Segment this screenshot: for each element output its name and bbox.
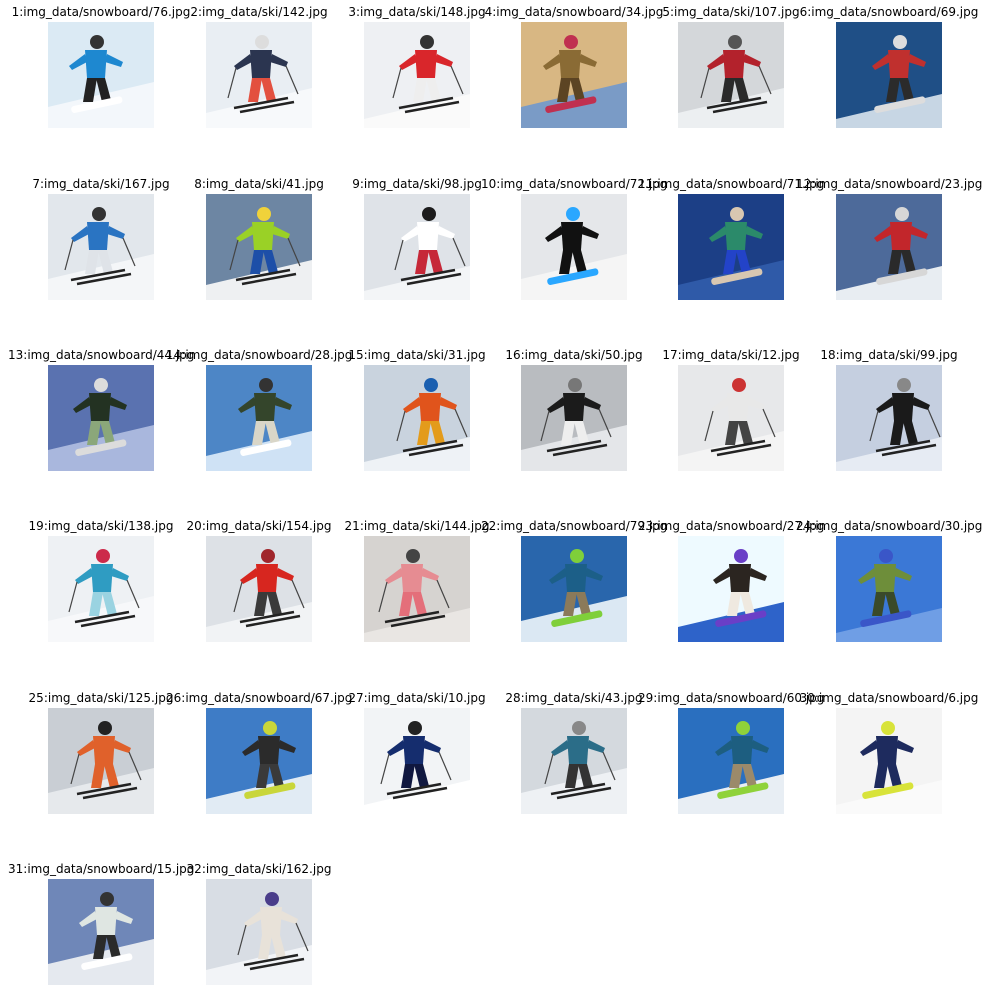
snowboard-photo — [836, 22, 942, 128]
photo-canvas — [48, 194, 154, 300]
ski-photo — [836, 365, 942, 471]
photo-canvas — [364, 708, 470, 814]
ski-photo — [206, 536, 312, 642]
photo-canvas — [206, 194, 312, 300]
ski-photo — [48, 708, 154, 814]
image-caption: 30:img_data/snowboard/6.jpg — [799, 691, 979, 705]
photo-canvas — [206, 365, 312, 471]
photo-canvas — [364, 365, 470, 471]
snowboard-photo — [206, 365, 312, 471]
photo-canvas — [521, 22, 627, 128]
photo-canvas — [836, 365, 942, 471]
ski-photo — [364, 22, 470, 128]
snowboard-photo — [48, 22, 154, 128]
snowboard-photo — [836, 708, 942, 814]
ski-photo — [364, 708, 470, 814]
snowboard-photo — [48, 365, 154, 471]
photo-canvas — [521, 536, 627, 642]
image-caption: 24:img_data/snowboard/30.jpg — [796, 519, 983, 533]
photo-canvas — [206, 22, 312, 128]
snowboard-photo — [678, 194, 784, 300]
photo-canvas — [206, 708, 312, 814]
photo-canvas — [48, 536, 154, 642]
image-caption: 32:img_data/ski/162.jpg — [186, 862, 332, 876]
photo-canvas — [206, 879, 312, 985]
photo-canvas — [48, 365, 154, 471]
photo-canvas — [836, 708, 942, 814]
ski-photo — [206, 194, 312, 300]
ski-photo — [521, 708, 627, 814]
photo-canvas — [836, 194, 942, 300]
ski-photo — [48, 536, 154, 642]
image-caption: 6:img_data/snowboard/69.jpg — [799, 5, 979, 19]
snowboard-photo — [836, 194, 942, 300]
image-caption: 12:img_data/snowboard/23.jpg — [796, 177, 983, 191]
photo-canvas — [678, 365, 784, 471]
photo-canvas — [364, 536, 470, 642]
ski-photo — [48, 194, 154, 300]
image-caption: 18:img_data/ski/99.jpg — [820, 348, 958, 362]
image-grid: 1:img_data/snowboard/76.jpg 2:img_data/sk… — [0, 0, 989, 1008]
photo-canvas — [678, 194, 784, 300]
photo-canvas — [836, 22, 942, 128]
snowboard-photo — [521, 536, 627, 642]
photo-canvas — [836, 536, 942, 642]
snowboard-photo — [521, 22, 627, 128]
photo-canvas — [521, 708, 627, 814]
photo-canvas — [364, 194, 470, 300]
ski-photo — [521, 365, 627, 471]
photo-canvas — [678, 22, 784, 128]
ski-photo — [364, 365, 470, 471]
photo-canvas — [206, 536, 312, 642]
photo-canvas — [678, 708, 784, 814]
photo-canvas — [521, 194, 627, 300]
ski-photo — [678, 365, 784, 471]
photo-canvas — [364, 22, 470, 128]
ski-photo — [364, 536, 470, 642]
photo-canvas — [48, 708, 154, 814]
snowboard-photo — [836, 536, 942, 642]
ski-photo — [206, 879, 312, 985]
photo-canvas — [678, 536, 784, 642]
ski-photo — [364, 194, 470, 300]
snowboard-photo — [521, 194, 627, 300]
snowboard-photo — [678, 536, 784, 642]
snowboard-photo — [206, 708, 312, 814]
snowboard-photo — [48, 879, 154, 985]
photo-canvas — [48, 22, 154, 128]
ski-photo — [678, 22, 784, 128]
snowboard-photo — [678, 708, 784, 814]
photo-canvas — [521, 365, 627, 471]
ski-photo — [206, 22, 312, 128]
photo-canvas — [48, 879, 154, 985]
